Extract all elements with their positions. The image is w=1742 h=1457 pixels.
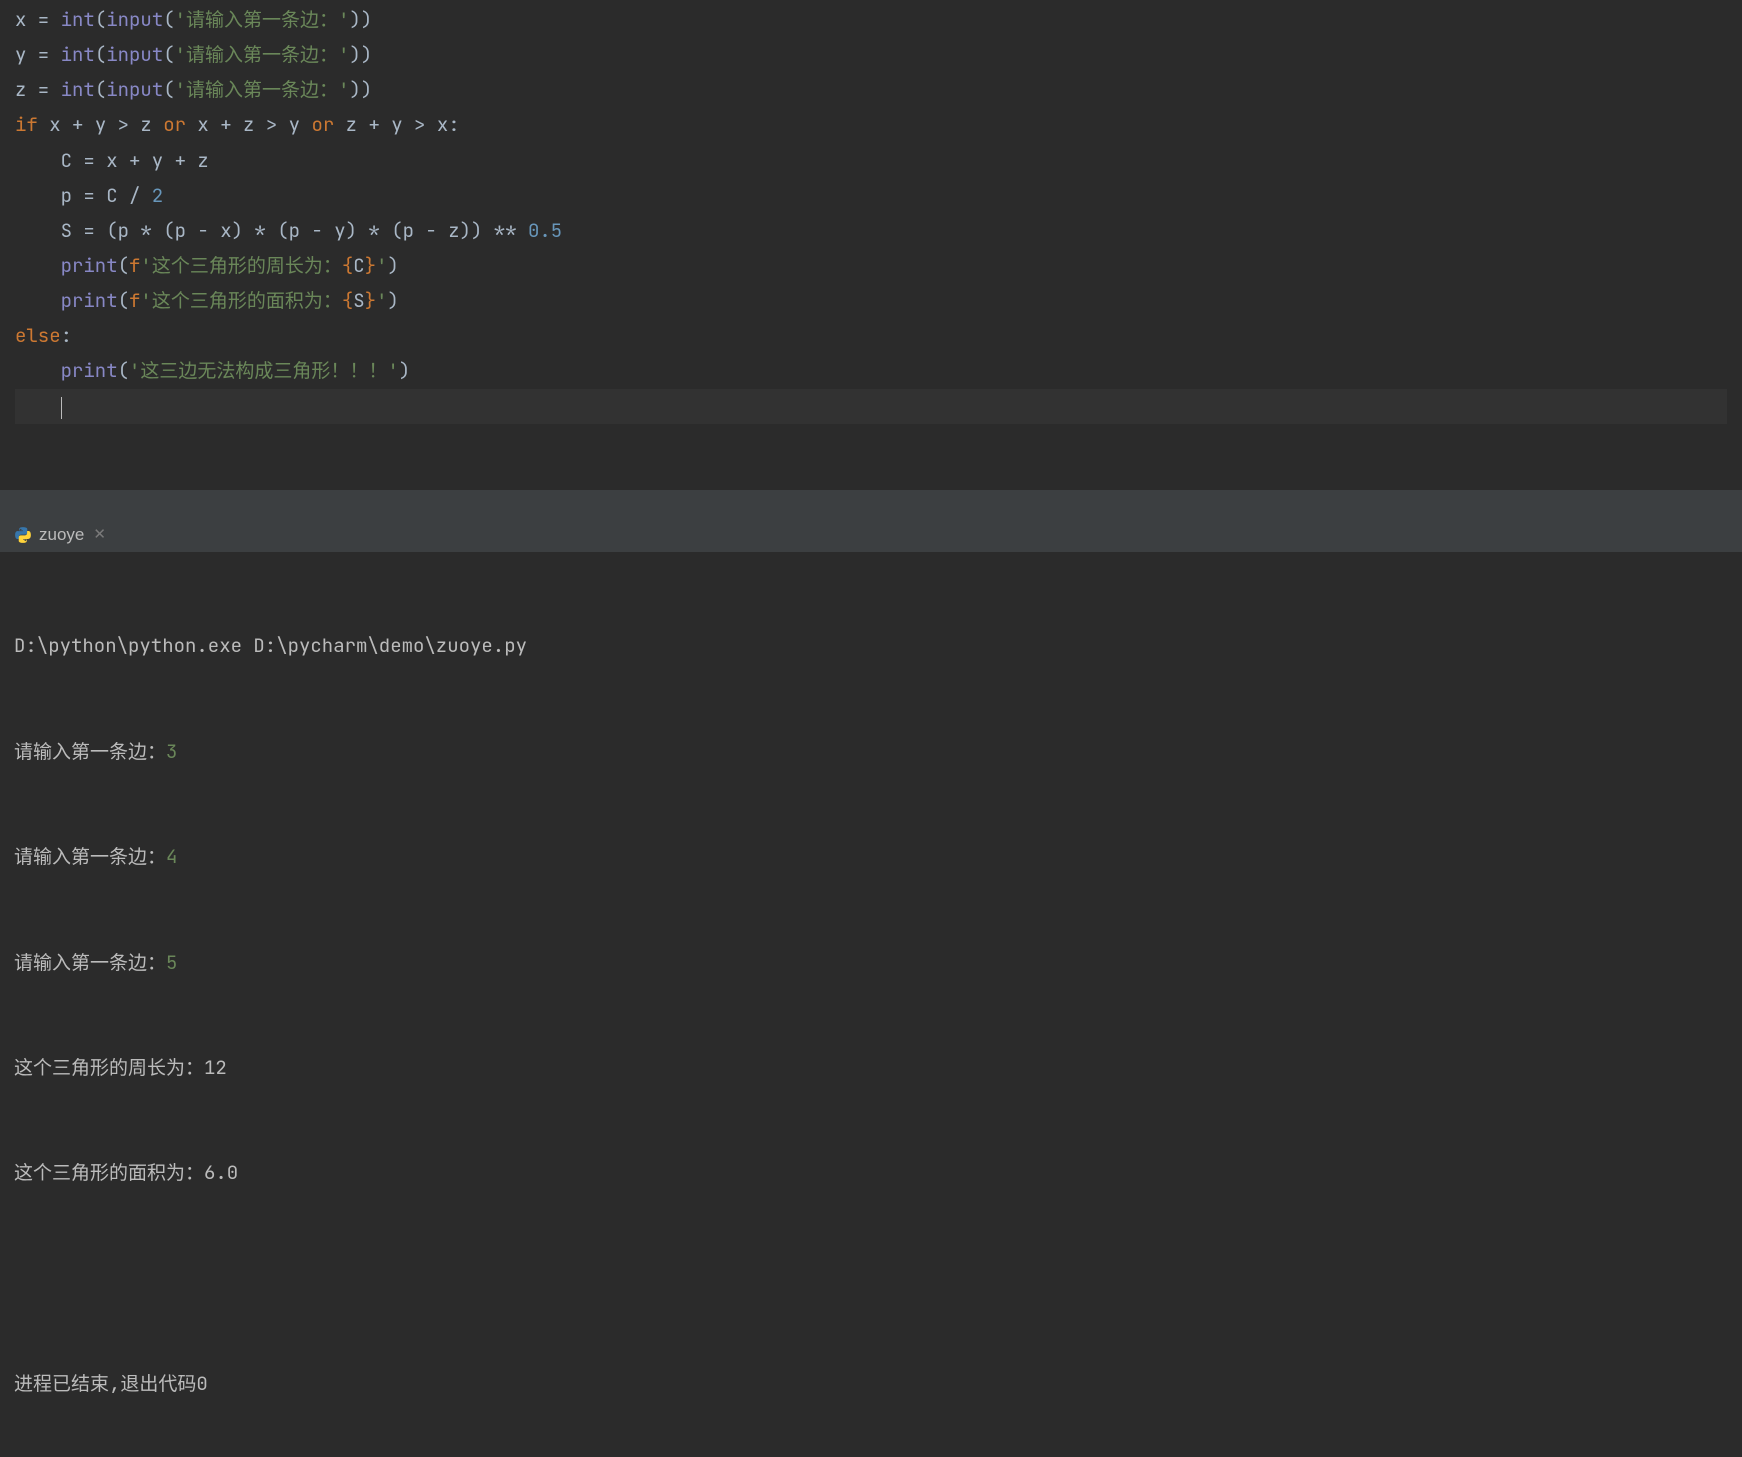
code-editor[interactable]: x = int(input('请输入第一条边：')) y = int(input…: [0, 0, 1742, 490]
console-exec-path: D:\python\python.exe D:\pycharm\demo\zuo…: [14, 628, 1728, 663]
console-output-line: 这个三角形的周长为：12: [14, 1050, 1728, 1085]
close-icon[interactable]: ✕: [93, 521, 106, 549]
text-cursor: [61, 397, 63, 419]
code-line-if: if x + y > z or x + z > y or z + y > x:: [15, 107, 1727, 142]
console-output[interactable]: D:\python\python.exe D:\pycharm\demo\zuo…: [0, 552, 1742, 1457]
user-input-2: 4: [166, 844, 177, 869]
code-line: y = int(input('请输入第一条边：')): [15, 37, 1727, 72]
console-input-line: 请输入第一条边：5: [14, 945, 1728, 980]
code-line: p = C / 2: [15, 178, 1727, 213]
console-input-line: 请输入第一条边：4: [14, 839, 1728, 874]
var-x: x: [15, 7, 26, 32]
code-line-print: print(f'这个三角形的周长为：{C}'): [15, 248, 1727, 283]
code-line-print: print(f'这个三角形的面积为：{S}'): [15, 283, 1727, 318]
code-line: z = int(input('请输入第一条边：')): [15, 72, 1727, 107]
user-input-3: 5: [166, 950, 177, 975]
code-line: S = (p * (p - x) * (p - y) * (p - z)) **…: [15, 213, 1727, 248]
var-y: y: [15, 42, 26, 67]
console-exit-line: 进程已结束,退出代码0: [14, 1366, 1728, 1401]
code-line-cursor[interactable]: [15, 389, 1727, 424]
code-line-print: print('这三边无法构成三角形！！！'): [15, 353, 1727, 388]
run-tab-label: zuoye: [39, 519, 84, 550]
code-line-else: else:: [15, 318, 1727, 353]
var-z: z: [15, 77, 26, 102]
input-fn: input: [106, 7, 163, 32]
python-file-icon: [14, 526, 32, 544]
run-tab-zuoye[interactable]: zuoye ✕: [4, 515, 116, 554]
code-line: C = x + y + z: [15, 143, 1727, 178]
console-blank-line: [14, 1261, 1728, 1296]
run-tab-bar: zuoye ✕: [0, 518, 1742, 552]
tool-window-gap: [0, 490, 1742, 518]
console-input-line: 请输入第一条边：3: [14, 734, 1728, 769]
user-input-1: 3: [166, 739, 177, 764]
int-fn: int: [61, 7, 95, 32]
console-output-line: 这个三角形的面积为：6.0: [14, 1155, 1728, 1190]
code-line: x = int(input('请输入第一条边：')): [15, 2, 1727, 37]
